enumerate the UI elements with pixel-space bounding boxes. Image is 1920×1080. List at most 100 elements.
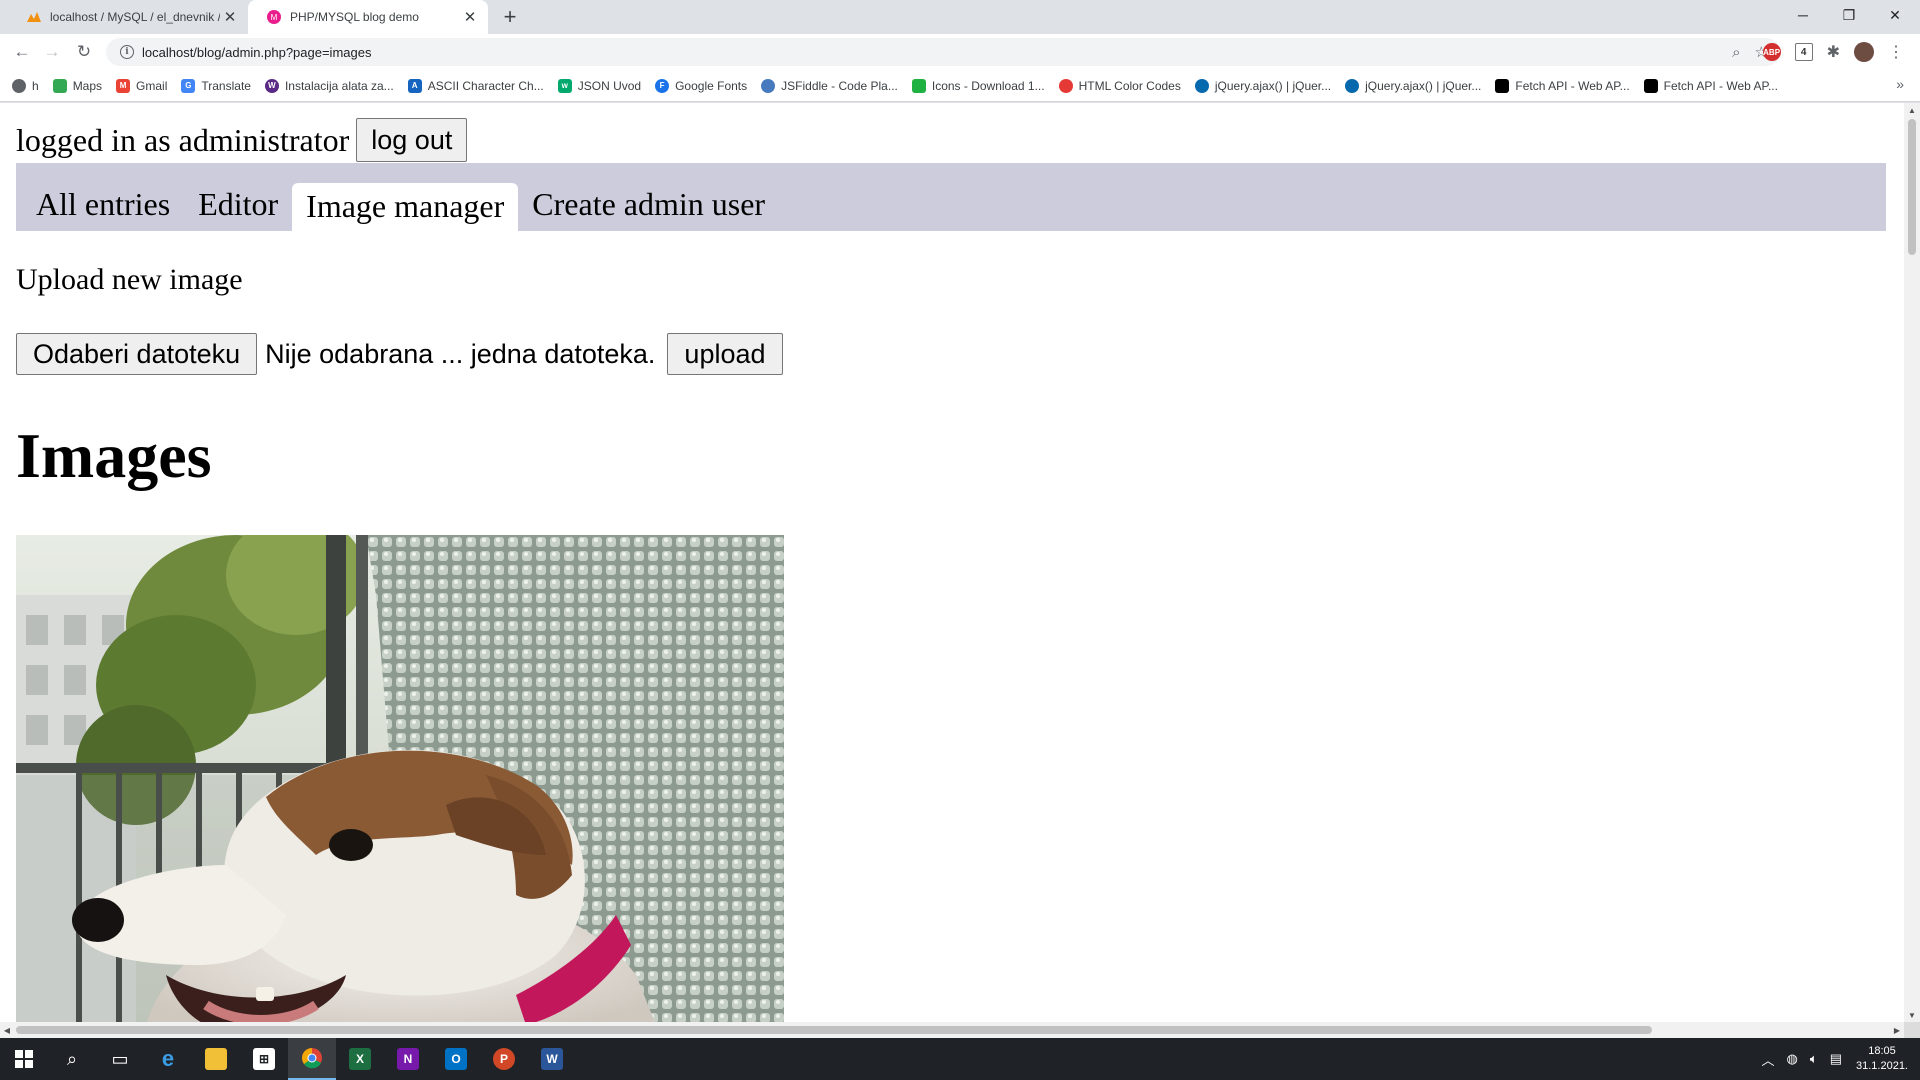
w3-icon: w <box>557 78 572 93</box>
task-view-icon[interactable]: ▭ <box>96 1038 144 1080</box>
logout-button[interactable]: log out <box>356 118 468 162</box>
google-fonts-icon: F <box>655 78 670 93</box>
bookmark-item[interactable]: A ASCII Character Ch... <box>407 78 544 93</box>
more-bookmarks-icon[interactable]: » <box>1896 76 1904 92</box>
bookmark-label: h <box>32 78 39 93</box>
excel-icon[interactable]: X <box>336 1038 384 1080</box>
bookmark-label: JSON Uvod <box>577 78 642 93</box>
bookmark-item[interactable]: JSFiddle - Code Pla... <box>761 78 898 93</box>
reload-icon[interactable]: ↻ <box>70 38 98 66</box>
bookmark-item[interactable]: w JSON Uvod <box>557 78 642 93</box>
tab-blog-demo[interactable]: M PHP/MYSQL blog demo ✕ <box>248 0 488 34</box>
no-file-text: Nije odabrana ... jedna datoteka. <box>265 338 656 369</box>
forward-icon[interactable]: → <box>38 38 66 66</box>
tab-title: localhost / MySQL / el_dnevnik / <box>50 10 220 24</box>
page-viewport: logged in as administrator log out All e… <box>0 103 1904 1022</box>
close-tab-icon[interactable]: ✕ <box>220 7 240 27</box>
calendar-extension-icon[interactable]: 4 <box>1794 43 1813 61</box>
close-tab-icon[interactable]: ✕ <box>460 7 480 27</box>
mdn-icon <box>1643 78 1658 93</box>
bookmark-label: Gmail <box>136 78 168 93</box>
nav-create-admin-user[interactable]: Create admin user <box>518 183 779 231</box>
word-icon[interactable]: W <box>528 1038 576 1080</box>
bookmark-item[interactable]: Fetch API - Web AP... <box>1643 78 1778 93</box>
horizontal-scrollbar[interactable]: ◀ ▶ <box>0 1022 1904 1038</box>
bookmark-item[interactable]: jQuery.ajax() | jQuer... <box>1194 78 1332 93</box>
vertical-scrollbar[interactable]: ▲ ▼ <box>1904 103 1920 1022</box>
menu-kebab-icon[interactable]: ⋮ <box>1888 42 1904 62</box>
maps-icon <box>52 78 67 93</box>
windows-taskbar: ⌕ ▭ e ⊞ X N O P W ︿ ◍ 🔈︎ ▤ 18:05 31.1.20… <box>0 1038 1920 1080</box>
scrollbar-corner <box>1904 1022 1920 1038</box>
powerpoint-icon[interactable]: P <box>480 1038 528 1080</box>
nav-editor[interactable]: Editor <box>184 183 292 231</box>
bookmark-label: JSFiddle - Code Pla... <box>781 78 898 93</box>
bookmark-item[interactable]: Fetch API - Web AP... <box>1495 78 1630 93</box>
outlook-icon[interactable]: O <box>432 1038 480 1080</box>
svg-text:M: M <box>271 13 278 22</box>
admin-nav: All entries Editor Image manager Create … <box>16 163 1886 231</box>
wp-icon: W <box>264 78 279 93</box>
jquery-icon <box>1194 78 1209 93</box>
tray-chevron-icon[interactable]: ︿ <box>1762 1050 1775 1069</box>
system-tray: ︿ ◍ 🔈︎ ▤ 18:05 31.1.2021. <box>1756 1038 1920 1080</box>
dog-photo <box>16 535 784 1022</box>
bookmark-item[interactable]: Maps <box>52 78 103 93</box>
scroll-left-icon[interactable]: ◀ <box>0 1022 14 1038</box>
images-heading: Images <box>16 420 212 491</box>
nav-image-manager[interactable]: Image manager <box>292 183 519 231</box>
scroll-up-icon[interactable]: ▲ <box>1904 103 1920 117</box>
clock[interactable]: 18:05 31.1.2021. <box>1856 1044 1908 1074</box>
upload-heading: Upload new image <box>16 263 243 296</box>
bookmark-item[interactable]: M Gmail <box>116 78 168 93</box>
bookmark-label: jQuery.ajax() | jQuer... <box>1365 78 1482 93</box>
site-info-icon[interactable]: i <box>120 45 134 59</box>
gmail-icon: M <box>116 78 131 93</box>
chrome-icon[interactable] <box>288 1038 336 1080</box>
network-icon[interactable]: ◍ <box>1787 1051 1798 1067</box>
horizontal-scroll-thumb[interactable] <box>16 1026 1652 1034</box>
bookmark-label: ASCII Character Ch... <box>427 78 544 93</box>
bookmark-item[interactable]: W Instalacija alata za... <box>264 78 394 93</box>
file-explorer-icon[interactable] <box>192 1038 240 1080</box>
bookmark-item[interactable]: F Google Fonts <box>655 78 747 93</box>
windows-start-icon[interactable] <box>0 1038 48 1080</box>
bookmark-item[interactable]: Icons - Download 1... <box>911 78 1045 93</box>
bookmarks-bar: h Maps M Gmail G Translate W Instalacija al… <box>0 70 1920 102</box>
extensions-puzzle-icon[interactable]: ✱ <box>1827 42 1840 62</box>
edge-icon[interactable]: e <box>144 1038 192 1080</box>
upload-button[interactable]: upload <box>667 333 783 375</box>
clock-date: 31.1.2021. <box>1856 1060 1908 1072</box>
bookmark-label: Maps <box>72 78 103 93</box>
avatar[interactable] <box>1854 42 1874 62</box>
restore-icon[interactable]: ❐ <box>1826 0 1872 30</box>
close-window-icon[interactable]: ✕ <box>1872 0 1918 30</box>
zoom-icon[interactable]: ⌕ <box>1732 44 1740 61</box>
tab-title: PHP/MYSQL blog demo <box>290 10 419 24</box>
bookmark-label: jQuery.ajax() | jQuer... <box>1214 78 1332 93</box>
volume-icon[interactable]: 🔈︎ <box>1810 1051 1818 1067</box>
nav-all-entries[interactable]: All entries <box>22 183 184 231</box>
address-bar[interactable]: i localhost/blog/admin.php?page=images ⌕… <box>106 38 1780 66</box>
clock-time: 18:05 <box>1868 1045 1896 1057</box>
bookmark-item[interactable]: G Translate <box>181 78 251 93</box>
url-text[interactable]: localhost/blog/admin.php?page=images <box>142 45 371 60</box>
adblock-icon[interactable]: ABP <box>1762 43 1781 61</box>
minimize-icon[interactable]: ─ <box>1780 0 1826 30</box>
notification-icon[interactable]: ▤ <box>1830 1051 1842 1067</box>
choose-file-button[interactable]: Odaberi datoteku <box>16 333 258 375</box>
bookmark-label: Icons - Download 1... <box>931 78 1045 93</box>
onenote-icon[interactable]: N <box>384 1038 432 1080</box>
bookmark-item[interactable]: jQuery.ajax() | jQuer... <box>1345 78 1482 93</box>
back-icon[interactable]: ← <box>8 38 36 66</box>
search-icon[interactable]: ⌕ <box>48 1038 96 1080</box>
vertical-scroll-thumb[interactable] <box>1908 119 1916 255</box>
store-icon[interactable]: ⊞ <box>240 1038 288 1080</box>
bookmark-label: Fetch API - Web AP... <box>1663 78 1778 93</box>
scroll-down-icon[interactable]: ▼ <box>1904 1008 1920 1022</box>
bookmark-item[interactable]: h <box>12 78 39 93</box>
scroll-right-icon[interactable]: ▶ <box>1890 1022 1904 1038</box>
bookmark-item[interactable]: HTML Color Codes <box>1058 78 1181 93</box>
tab-phpmyadmin[interactable]: localhost / MySQL / el_dnevnik / ✕ <box>8 0 248 34</box>
new-tab-icon[interactable]: + <box>496 4 524 29</box>
